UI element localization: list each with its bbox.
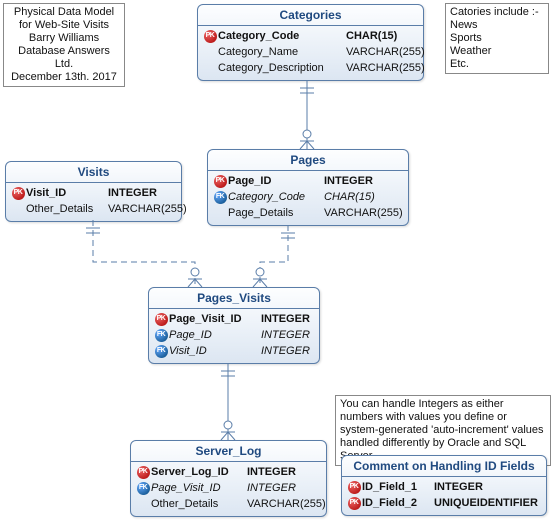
t: News bbox=[450, 19, 478, 31]
column-name: Category_Description bbox=[218, 60, 346, 76]
t: Catories include :- bbox=[450, 6, 539, 18]
column-type: INTEGER bbox=[247, 464, 296, 480]
column-type: INTEGER bbox=[108, 185, 157, 201]
table-row: PKCategory_CodeCHAR(15) bbox=[202, 28, 419, 44]
t: Weather bbox=[450, 45, 491, 57]
column-type: UNIQUEIDENTIFIER bbox=[434, 495, 538, 511]
entity-title: Server_Log bbox=[131, 441, 326, 462]
entity-title: Comment on Handling ID Fields bbox=[342, 456, 546, 477]
entity-pages-visits: Pages_Visits PKPage_Visit_IDINTEGERFKPag… bbox=[148, 287, 320, 364]
column-name: Server_Log_ID bbox=[151, 464, 247, 480]
entity-title: Pages_Visits bbox=[149, 288, 319, 309]
pk-icon: PK bbox=[153, 313, 169, 326]
table-row: Category_DescriptionVARCHAR(255) bbox=[202, 60, 419, 76]
note-categories: Catories include :- News Sports Weather … bbox=[445, 3, 549, 74]
table-row: PKPage_IDINTEGER bbox=[212, 173, 404, 189]
fk-icon: FK bbox=[153, 329, 169, 342]
fk-icon: FK bbox=[135, 482, 151, 495]
column-type: INTEGER bbox=[434, 479, 483, 495]
table-row: FKCategory_CodeCHAR(15) bbox=[212, 189, 404, 205]
column-name: ID_Field_1 bbox=[362, 479, 434, 495]
entity-body: PKPage_IDINTEGERFKCategory_CodeCHAR(15)P… bbox=[208, 171, 408, 225]
t: You can handle Integers as either number… bbox=[340, 398, 544, 462]
table-row: Other_DetailsVARCHAR(255) bbox=[135, 496, 322, 512]
column-name: Page_Details bbox=[228, 205, 324, 221]
t: December 13th. 2017 bbox=[11, 71, 117, 83]
entity-visits: Visits PKVisit_IDINTEGEROther_DetailsVAR… bbox=[5, 161, 182, 222]
column-type: VARCHAR(255) bbox=[247, 496, 326, 512]
column-name: Page_Visit_ID bbox=[151, 480, 247, 496]
t: Etc. bbox=[450, 58, 469, 70]
column-name: Page_ID bbox=[228, 173, 324, 189]
table-row: FKPage_IDINTEGER bbox=[153, 327, 315, 343]
column-name: Category_Code bbox=[228, 189, 324, 205]
entity-title: Pages bbox=[208, 150, 408, 171]
entity-body: PKVisit_IDINTEGEROther_DetailsVARCHAR(25… bbox=[6, 183, 181, 221]
column-type: INTEGER bbox=[324, 173, 373, 189]
pk-icon: PK bbox=[212, 175, 228, 188]
column-type: VARCHAR(255) bbox=[346, 44, 425, 60]
pk-icon: PK bbox=[10, 187, 26, 200]
table-row: PKPage_Visit_IDINTEGER bbox=[153, 311, 315, 327]
entity-comment: Comment on Handling ID Fields PKID_Field… bbox=[341, 455, 547, 516]
fk-icon: FK bbox=[153, 345, 169, 358]
column-name: Visit_ID bbox=[26, 185, 108, 201]
entity-body: PKServer_Log_IDINTEGERFKPage_Visit_IDINT… bbox=[131, 462, 326, 516]
column-type: INTEGER bbox=[261, 311, 310, 327]
column-type: CHAR(15) bbox=[346, 28, 397, 44]
table-row: PKServer_Log_IDINTEGER bbox=[135, 464, 322, 480]
t: Physical Data Model bbox=[14, 6, 114, 18]
table-row: Other_DetailsVARCHAR(255) bbox=[10, 201, 177, 217]
table-row: PKID_Field_1INTEGER bbox=[346, 479, 542, 495]
pk-icon: PK bbox=[135, 466, 151, 479]
column-name: Page_ID bbox=[169, 327, 261, 343]
entity-body: PKID_Field_1INTEGERPKID_Field_2UNIQUEIDE… bbox=[342, 477, 546, 515]
column-name: Category_Name bbox=[218, 44, 346, 60]
column-name: Category_Code bbox=[218, 28, 346, 44]
entity-title: Visits bbox=[6, 162, 181, 183]
t: Sports bbox=[450, 32, 482, 44]
note-meta: Physical Data Model for Web-Site Visits … bbox=[3, 3, 125, 87]
entity-body: PKPage_Visit_IDINTEGERFKPage_IDINTEGERFK… bbox=[149, 309, 319, 363]
column-type: INTEGER bbox=[261, 327, 310, 343]
table-row: Page_DetailsVARCHAR(255) bbox=[212, 205, 404, 221]
column-type: INTEGER bbox=[247, 480, 296, 496]
entity-categories: Categories PKCategory_CodeCHAR(15)Catego… bbox=[197, 4, 424, 81]
table-row: Category_NameVARCHAR(255) bbox=[202, 44, 419, 60]
entity-title: Categories bbox=[198, 5, 423, 26]
t: for Web-Site Visits bbox=[19, 19, 109, 31]
entity-body: PKCategory_CodeCHAR(15)Category_NameVARC… bbox=[198, 26, 423, 80]
pk-icon: PK bbox=[202, 30, 218, 43]
pk-icon: PK bbox=[346, 497, 362, 510]
t: Barry Williams bbox=[29, 32, 99, 44]
column-name: ID_Field_2 bbox=[362, 495, 434, 511]
table-row: PKID_Field_2UNIQUEIDENTIFIER bbox=[346, 495, 542, 511]
table-row: FKVisit_IDINTEGER bbox=[153, 343, 315, 359]
column-type: INTEGER bbox=[261, 343, 310, 359]
entity-pages: Pages PKPage_IDINTEGERFKCategory_CodeCHA… bbox=[207, 149, 409, 226]
t: Database Answers Ltd. bbox=[18, 45, 110, 70]
column-type: VARCHAR(255) bbox=[324, 205, 403, 221]
table-row: FKPage_Visit_IDINTEGER bbox=[135, 480, 322, 496]
table-row: PKVisit_IDINTEGER bbox=[10, 185, 177, 201]
column-name: Other_Details bbox=[26, 201, 108, 217]
fk-icon: FK bbox=[212, 191, 228, 204]
column-name: Page_Visit_ID bbox=[169, 311, 261, 327]
column-name: Other_Details bbox=[151, 496, 247, 512]
entity-server-log: Server_Log PKServer_Log_IDINTEGERFKPage_… bbox=[130, 440, 327, 517]
column-type: VARCHAR(255) bbox=[346, 60, 425, 76]
column-type: CHAR(15) bbox=[324, 189, 375, 205]
column-type: VARCHAR(255) bbox=[108, 201, 187, 217]
column-name: Visit_ID bbox=[169, 343, 261, 359]
pk-icon: PK bbox=[346, 481, 362, 494]
